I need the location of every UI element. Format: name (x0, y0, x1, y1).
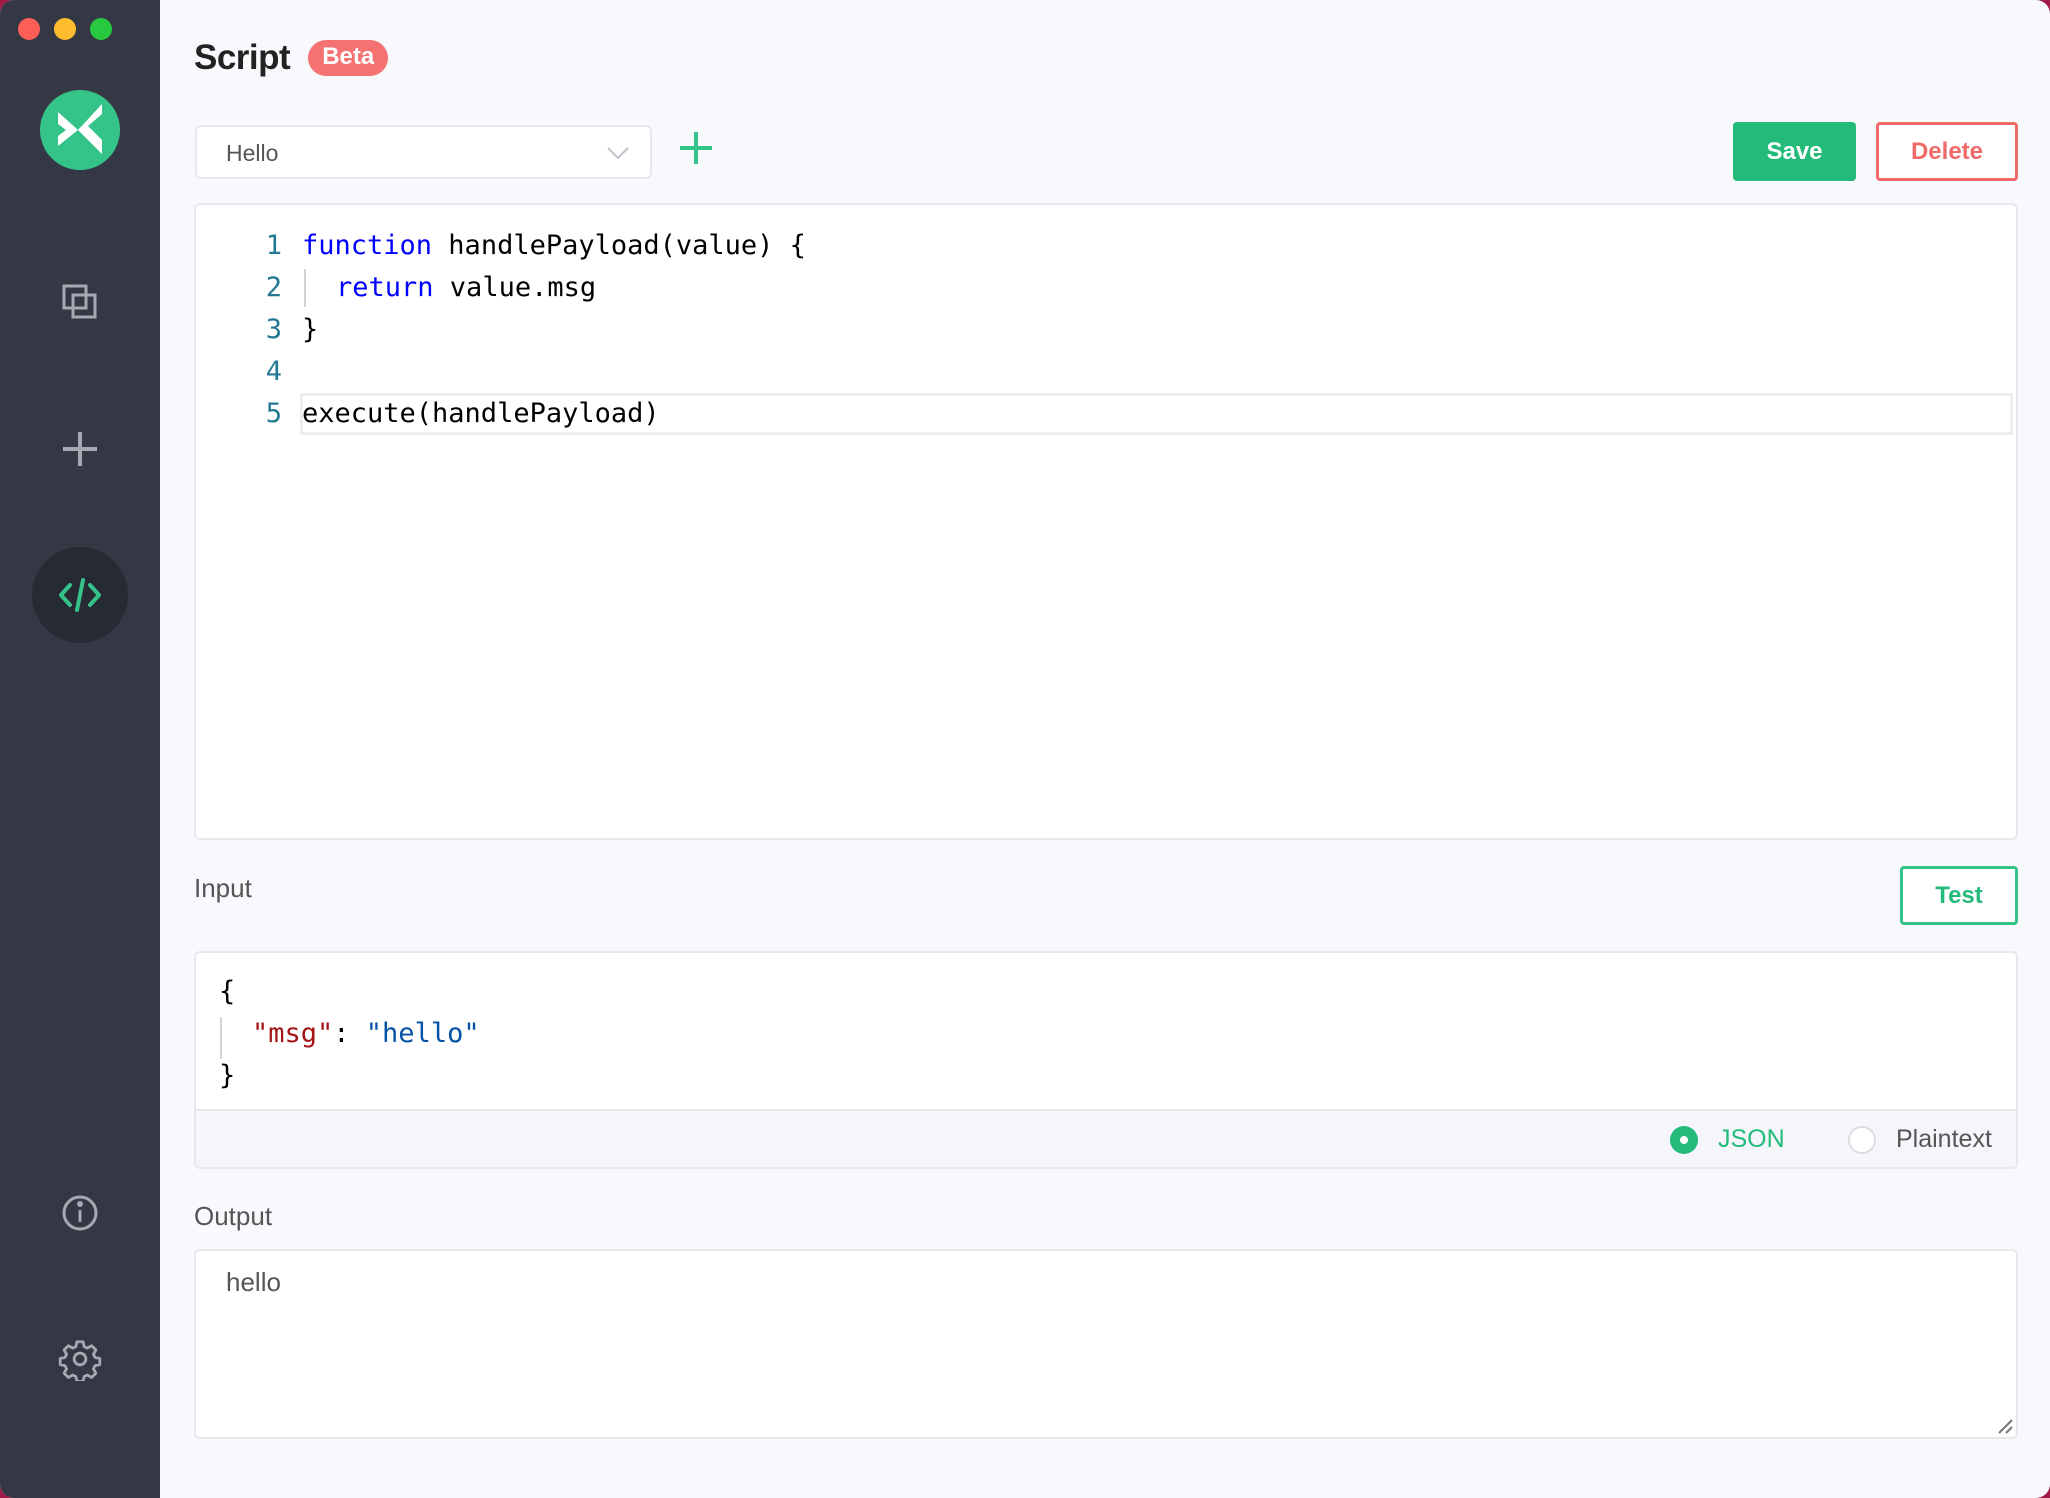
code-icon (59, 578, 101, 612)
gear-icon (58, 1340, 102, 1381)
info-icon (62, 1195, 98, 1231)
code-text: execute(handlePayload) (302, 398, 660, 429)
save-button[interactable]: Save (1733, 122, 1856, 181)
code-text: value.msg (433, 272, 597, 303)
close-window-button[interactable] (18, 18, 40, 40)
line-number: 1 (265, 230, 282, 261)
sidebar (0, 0, 160, 1498)
beta-badge: Beta (308, 40, 389, 76)
json-line: "msg": "hello" (252, 1013, 480, 1055)
radio-unchecked-icon (1848, 1125, 1876, 1154)
input-label: Input (194, 873, 252, 903)
test-button[interactable]: Test (1900, 866, 2018, 925)
code-line: 2 return value.msg (196, 267, 2016, 309)
script-page: Script Beta Hello Save Delete 1 function… (160, 0, 2050, 1498)
output-label: Output (194, 1201, 273, 1231)
app-window: Script Beta Hello Save Delete 1 function… (0, 0, 2050, 1498)
plus-icon (680, 132, 712, 164)
maximize-window-button[interactable] (90, 18, 112, 40)
format-radio-label: Plaintext (1896, 1125, 1992, 1153)
input-payload-editor[interactable]: { "msg": "hello" } JSON Plaintext (194, 951, 2018, 1169)
sidebar-item-connections[interactable] (32, 254, 128, 350)
line-number: 2 (265, 272, 282, 303)
window-controls (18, 18, 112, 40)
output-textarea[interactable]: hello (194, 1249, 2018, 1439)
script-code-editor[interactable]: 1 function handlePayload(value) { 2 retu… (194, 203, 2018, 840)
code-text: handlePayload(value) { (432, 230, 806, 261)
line-number: 5 (265, 398, 282, 429)
mqttx-logo-icon (58, 104, 102, 154)
chevron-down-icon (607, 147, 629, 160)
sidebar-item-new-connection[interactable] (32, 401, 128, 497)
plus-icon (63, 432, 97, 466)
line-number: 4 (265, 356, 282, 387)
script-select[interactable]: Hello (195, 125, 652, 179)
app-logo[interactable] (40, 90, 120, 170)
format-radio-label: JSON (1718, 1125, 1785, 1153)
sidebar-item-about[interactable] (32, 1165, 128, 1261)
radio-checked-icon (1670, 1125, 1698, 1154)
line-number: 3 (265, 314, 282, 345)
code-keyword: return (336, 272, 434, 303)
format-radio-plaintext[interactable]: Plaintext (1848, 1125, 1992, 1154)
code-text: } (302, 314, 319, 345)
json-close-brace: } (219, 1060, 236, 1091)
json-key: "msg" (252, 1018, 334, 1049)
code-line: 1 function handlePayload(value) { (196, 225, 2016, 267)
delete-button[interactable]: Delete (1876, 122, 2018, 181)
json-open-brace: { (219, 976, 236, 1007)
minimize-window-button[interactable] (54, 18, 76, 40)
json-colon: : (333, 1018, 366, 1049)
copy-windows-icon (62, 284, 97, 319)
format-radio-json[interactable]: JSON (1670, 1125, 1785, 1154)
indent-guide (220, 1017, 222, 1059)
indent-guide (304, 269, 306, 307)
resize-handle-icon[interactable] (1996, 1417, 2014, 1435)
output-value: hello (226, 1267, 281, 1297)
sidebar-item-settings[interactable] (32, 1311, 128, 1407)
sidebar-item-script[interactable] (32, 547, 128, 643)
code-line: 4 (196, 351, 2016, 393)
code-keyword: function (302, 230, 433, 261)
script-select-value: Hello (226, 140, 279, 166)
code-line-current: 5 execute(handlePayload) (196, 393, 2016, 435)
page-header: Script Beta (194, 38, 389, 78)
payload-format-bar: JSON Plaintext (196, 1109, 2016, 1167)
code-line: 3 } (196, 309, 2016, 351)
json-value: "hello" (365, 1018, 480, 1049)
add-script-button[interactable] (676, 128, 716, 168)
page-title: Script (194, 38, 291, 77)
